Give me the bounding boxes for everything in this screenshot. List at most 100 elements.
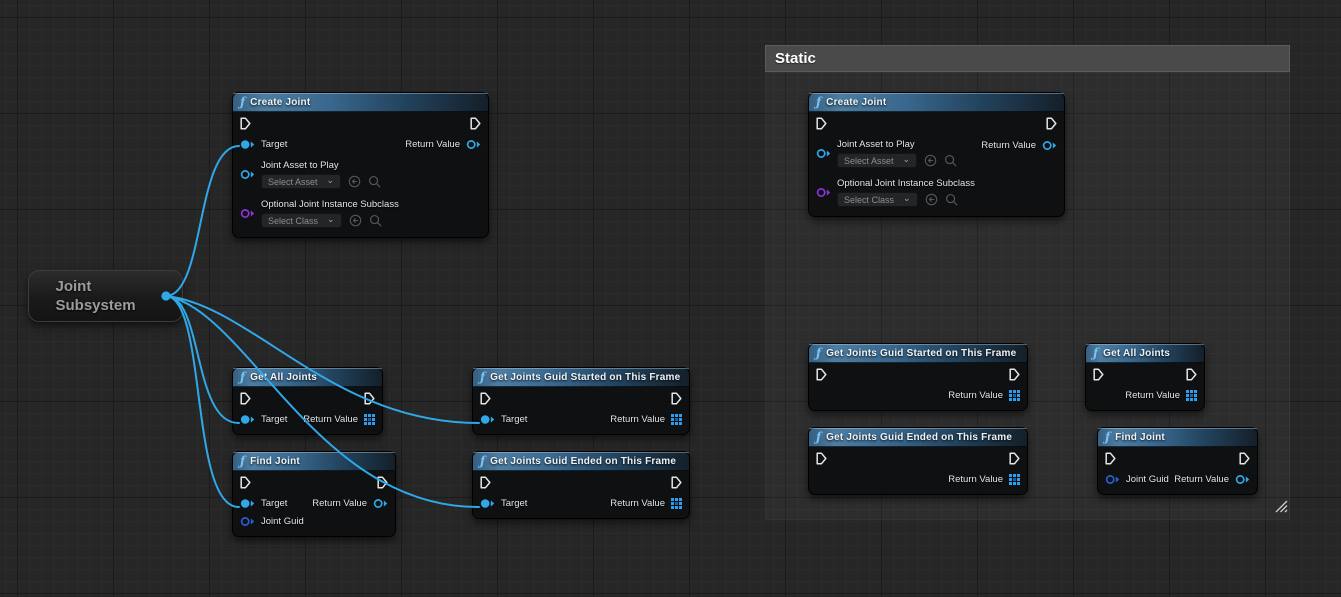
return-value-label: Return Value [1125,390,1180,401]
node-get-joints-guid-ended[interactable]: ƒ Get Joints Guid Ended on This Frame Ta… [472,451,690,519]
target-label: Target [261,414,287,425]
browse-asset-icon[interactable] [944,154,957,167]
blueprint-graph-canvas[interactable]: Static Joint Subsystem ƒ Create Joint Ta… [0,0,1341,597]
exec-in-pin[interactable] [240,476,251,489]
node-get-joints-guid-ended-static[interactable]: ƒ Get Joints Guid Ended on This Frame Re… [808,427,1028,495]
node-title: Get Joints Guid Started on This Frame [826,348,1016,359]
exec-in-pin[interactable] [1105,452,1116,465]
return-value-array-pin[interactable] [364,414,375,425]
exec-out-pin[interactable] [470,117,481,130]
node-create-joint-static[interactable]: ƒ Create Joint Joint Asset to Play Selec… [808,92,1065,217]
exec-in-pin[interactable] [816,368,827,381]
node-get-all-joints[interactable]: ƒ Get All Joints Target Return Value [232,367,383,435]
node-title: Find Joint [1115,432,1165,443]
return-value-label: Return Value [948,474,1003,485]
target-label: Target [261,498,287,509]
select-class-dropdown[interactable]: Select Class ⌄ [261,213,342,228]
exec-out-pin[interactable] [364,392,375,405]
return-value-pin[interactable] [466,139,481,150]
node-get-all-joints-static[interactable]: ƒ Get All Joints Return Value [1085,343,1205,411]
exec-in-pin[interactable] [240,117,251,130]
use-selected-asset-icon[interactable] [348,175,361,188]
exec-out-pin[interactable] [1186,368,1197,381]
function-icon: ƒ [240,96,245,108]
optional-subclass-label: Optional Joint Instance Subclass [261,199,399,210]
node-header[interactable]: ƒ Get Joints Guid Started on This Frame [809,344,1027,363]
joint-asset-pin[interactable] [240,169,255,180]
select-asset-dropdown[interactable]: Select Asset ⌄ [261,174,341,189]
node-get-joints-guid-started-static[interactable]: ƒ Get Joints Guid Started on This Frame … [808,343,1028,411]
optional-subclass-label: Optional Joint Instance Subclass [837,178,975,189]
node-title: Create Joint [826,97,886,108]
wire-subsystem-to-find-joint-target[interactable] [167,296,239,507]
select-class-value: Select Class [268,216,318,226]
browse-asset-icon[interactable] [368,175,381,188]
optional-subclass-pin[interactable] [240,208,255,219]
comment-title: Static [775,50,816,67]
return-value-label: Return Value [981,140,1036,151]
exec-out-pin[interactable] [671,392,682,405]
node-header[interactable]: ƒ Create Joint [809,93,1064,112]
return-value-array-pin[interactable] [671,498,682,509]
return-value-array-pin[interactable] [1009,390,1020,401]
comment-header[interactable]: Static [765,45,1290,72]
select-class-dropdown[interactable]: Select Class ⌄ [837,192,918,207]
node-create-joint[interactable]: ƒ Create Joint Target Return Value Joint… [232,92,489,238]
return-value-array-pin[interactable] [1186,390,1197,401]
exec-out-pin[interactable] [1239,452,1250,465]
exec-in-pin[interactable] [240,392,251,405]
use-selected-asset-icon[interactable] [924,154,937,167]
node-header[interactable]: ƒ Find Joint [233,452,395,471]
node-header[interactable]: ƒ Get Joints Guid Started on This Frame [473,368,689,387]
select-asset-value: Select Asset [268,177,318,187]
exec-out-pin[interactable] [1009,452,1020,465]
node-get-joints-guid-started[interactable]: ƒ Get Joints Guid Started on This Frame … [472,367,690,435]
use-selected-class-icon[interactable] [349,214,362,227]
exec-out-pin[interactable] [1009,368,1020,381]
node-header[interactable]: ƒ Get Joints Guid Ended on This Frame [809,428,1027,447]
browse-class-icon[interactable] [945,193,958,206]
browse-class-icon[interactable] [369,214,382,227]
return-value-pin[interactable] [1235,474,1250,485]
target-pin[interactable] [240,498,255,509]
return-value-label: Return Value [948,390,1003,401]
return-value-array-pin[interactable] [1009,474,1020,485]
comment-resize-handle[interactable] [1275,500,1288,518]
return-value-pin[interactable] [1042,140,1057,151]
joint-guid-label: Joint Guid [1126,474,1169,485]
exec-in-pin[interactable] [816,452,827,465]
optional-subclass-pin[interactable] [816,187,831,198]
target-pin[interactable] [480,498,495,509]
return-value-array-pin[interactable] [671,414,682,425]
use-selected-class-icon[interactable] [925,193,938,206]
joint-asset-pin[interactable] [816,148,831,159]
exec-in-pin[interactable] [816,117,827,130]
target-pin[interactable] [240,139,255,150]
node-joint-subsystem[interactable]: Joint Subsystem [28,270,183,322]
node-title: Get Joints Guid Started on This Frame [490,372,680,383]
exec-in-pin[interactable] [480,392,491,405]
return-value-pin[interactable] [373,498,388,509]
exec-out-pin[interactable] [671,476,682,489]
return-value-label: Return Value [610,498,665,509]
select-asset-dropdown[interactable]: Select Asset ⌄ [837,153,917,168]
joint-guid-pin[interactable] [240,516,255,527]
node-header[interactable]: ƒ Create Joint [233,93,488,112]
node-find-joint-static[interactable]: ƒ Find Joint Joint Guid Return Value [1097,427,1258,495]
exec-in-pin[interactable] [1093,368,1104,381]
function-icon: ƒ [240,371,245,383]
return-value-label: Return Value [303,414,358,425]
node-header[interactable]: ƒ Get All Joints [233,368,382,387]
joint-subsystem-title: Joint Subsystem [56,277,156,316]
node-header[interactable]: ƒ Get Joints Guid Ended on This Frame [473,452,689,471]
exec-out-pin[interactable] [1046,117,1057,130]
joint-asset-label: Joint Asset to Play [837,139,957,150]
node-header[interactable]: ƒ Get All Joints [1086,344,1204,363]
node-header[interactable]: ƒ Find Joint [1098,428,1257,447]
exec-out-pin[interactable] [377,476,388,489]
joint-guid-pin[interactable] [1105,474,1120,485]
target-pin[interactable] [240,414,255,425]
node-find-joint[interactable]: ƒ Find Joint Target Return Value Joint G… [232,451,396,537]
exec-in-pin[interactable] [480,476,491,489]
target-pin[interactable] [480,414,495,425]
